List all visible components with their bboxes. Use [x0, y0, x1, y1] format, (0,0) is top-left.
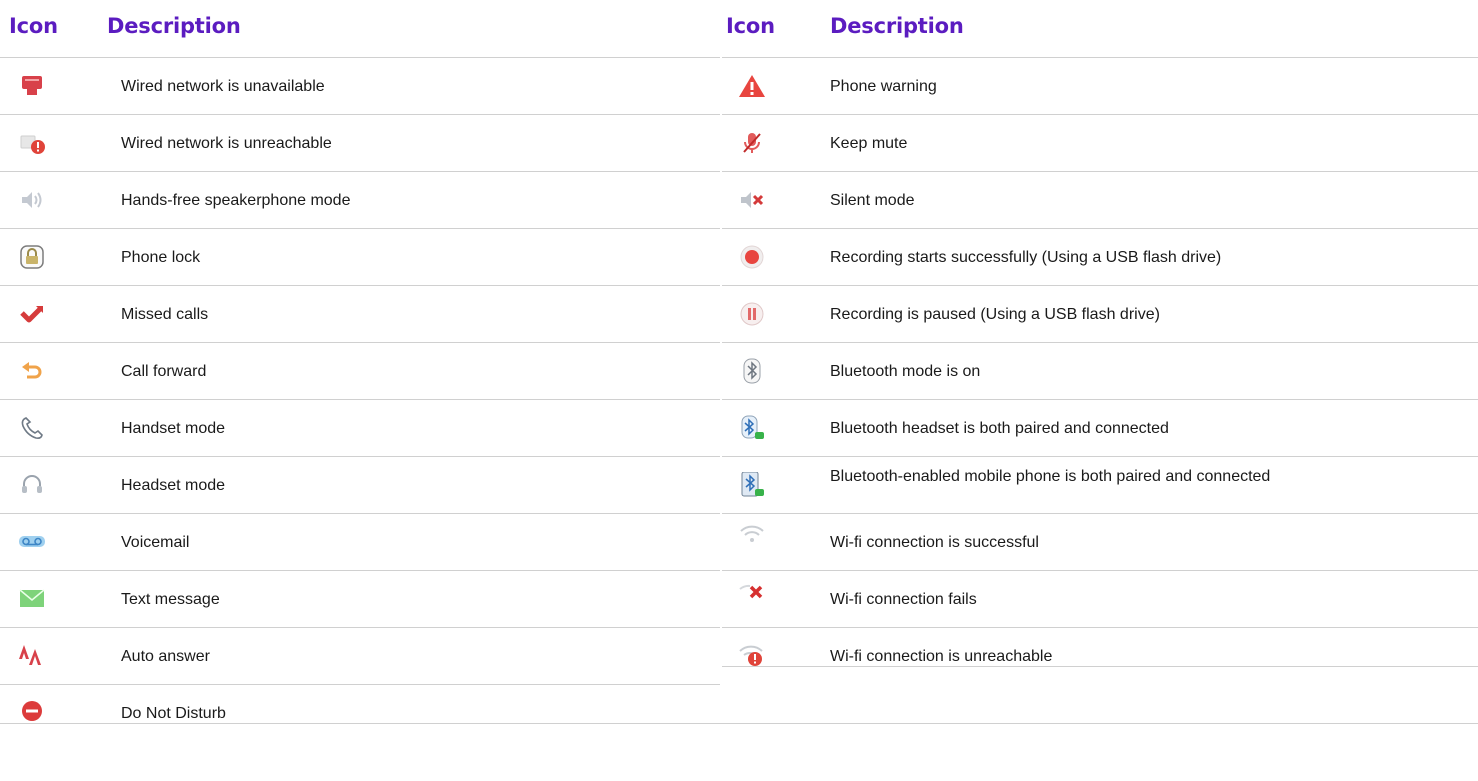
missed-calls-icon — [18, 301, 46, 327]
table-row: Phone lock — [0, 228, 720, 285]
left-table-header: Icon Description — [0, 0, 720, 57]
table-row: Wi-fi connection fails — [722, 570, 1478, 627]
recording-start-icon — [738, 244, 766, 270]
table-row: Phone warning — [722, 57, 1478, 114]
table-row: Text message — [0, 570, 720, 627]
description-column-header: Description — [107, 14, 241, 38]
wired-network-unreachable-icon — [18, 130, 46, 156]
bluetooth-on-icon — [738, 358, 766, 384]
wifi-success-icon — [738, 522, 766, 548]
speakerphone-icon — [18, 187, 46, 213]
right-table-end-rule — [722, 666, 1478, 667]
table-row: Wi-fi connection is successful — [722, 513, 1478, 570]
table-row: Bluetooth mode is on — [722, 342, 1478, 399]
left-table: Icon Description Wired network is unavai… — [0, 0, 720, 741]
table-row: Keep mute — [722, 114, 1478, 171]
bluetooth-headset-icon — [738, 415, 766, 441]
table-row: Silent mode — [722, 171, 1478, 228]
right-table: Icon Description Phone warning Keep mute… — [722, 0, 1478, 684]
call-forward-icon — [18, 358, 46, 384]
table-row: Wi-fi connection is unreachable — [722, 627, 1478, 684]
phone-warning-icon — [738, 73, 766, 99]
table-row: Bluetooth-enabled mobile phone is both p… — [722, 456, 1478, 513]
headset-icon — [18, 472, 46, 498]
table-row: Headset mode — [0, 456, 720, 513]
table-row: Hands-free speakerphone mode — [0, 171, 720, 228]
description-column-header: Description — [830, 14, 964, 38]
phone-lock-icon — [18, 244, 46, 270]
table-row: Wired network is unreachable — [0, 114, 720, 171]
table-row: Recording is paused (Using a USB flash d… — [722, 285, 1478, 342]
auto-answer-icon — [18, 643, 46, 669]
wifi-fail-icon — [738, 581, 766, 607]
recording-paused-icon — [738, 301, 766, 327]
bottom-rule — [0, 723, 1478, 724]
table-row: Voicemail — [0, 513, 720, 570]
table-row: Handset mode — [0, 399, 720, 456]
table-row: Do Not Disturb — [0, 684, 720, 741]
icon-column-header: Icon — [726, 14, 775, 38]
handset-icon — [18, 415, 46, 441]
icon-column-header: Icon — [9, 14, 58, 38]
icon-description-table: Icon Description Wired network is unavai… — [0, 0, 1478, 781]
table-row: Missed calls — [0, 285, 720, 342]
wired-network-unavailable-icon — [18, 73, 46, 99]
table-row: Auto answer — [0, 627, 720, 684]
right-table-header: Icon Description — [722, 0, 1478, 57]
table-row: Call forward — [0, 342, 720, 399]
text-message-icon — [18, 586, 46, 612]
silent-mode-icon — [738, 187, 766, 213]
voicemail-icon — [18, 529, 46, 555]
table-row: Wired network is unavailable — [0, 57, 720, 114]
bluetooth-mobile-icon — [738, 472, 766, 498]
table-row: Recording starts successfully (Using a U… — [722, 228, 1478, 285]
table-row: Bluetooth headset is both paired and con… — [722, 399, 1478, 456]
keep-mute-icon — [738, 130, 766, 156]
